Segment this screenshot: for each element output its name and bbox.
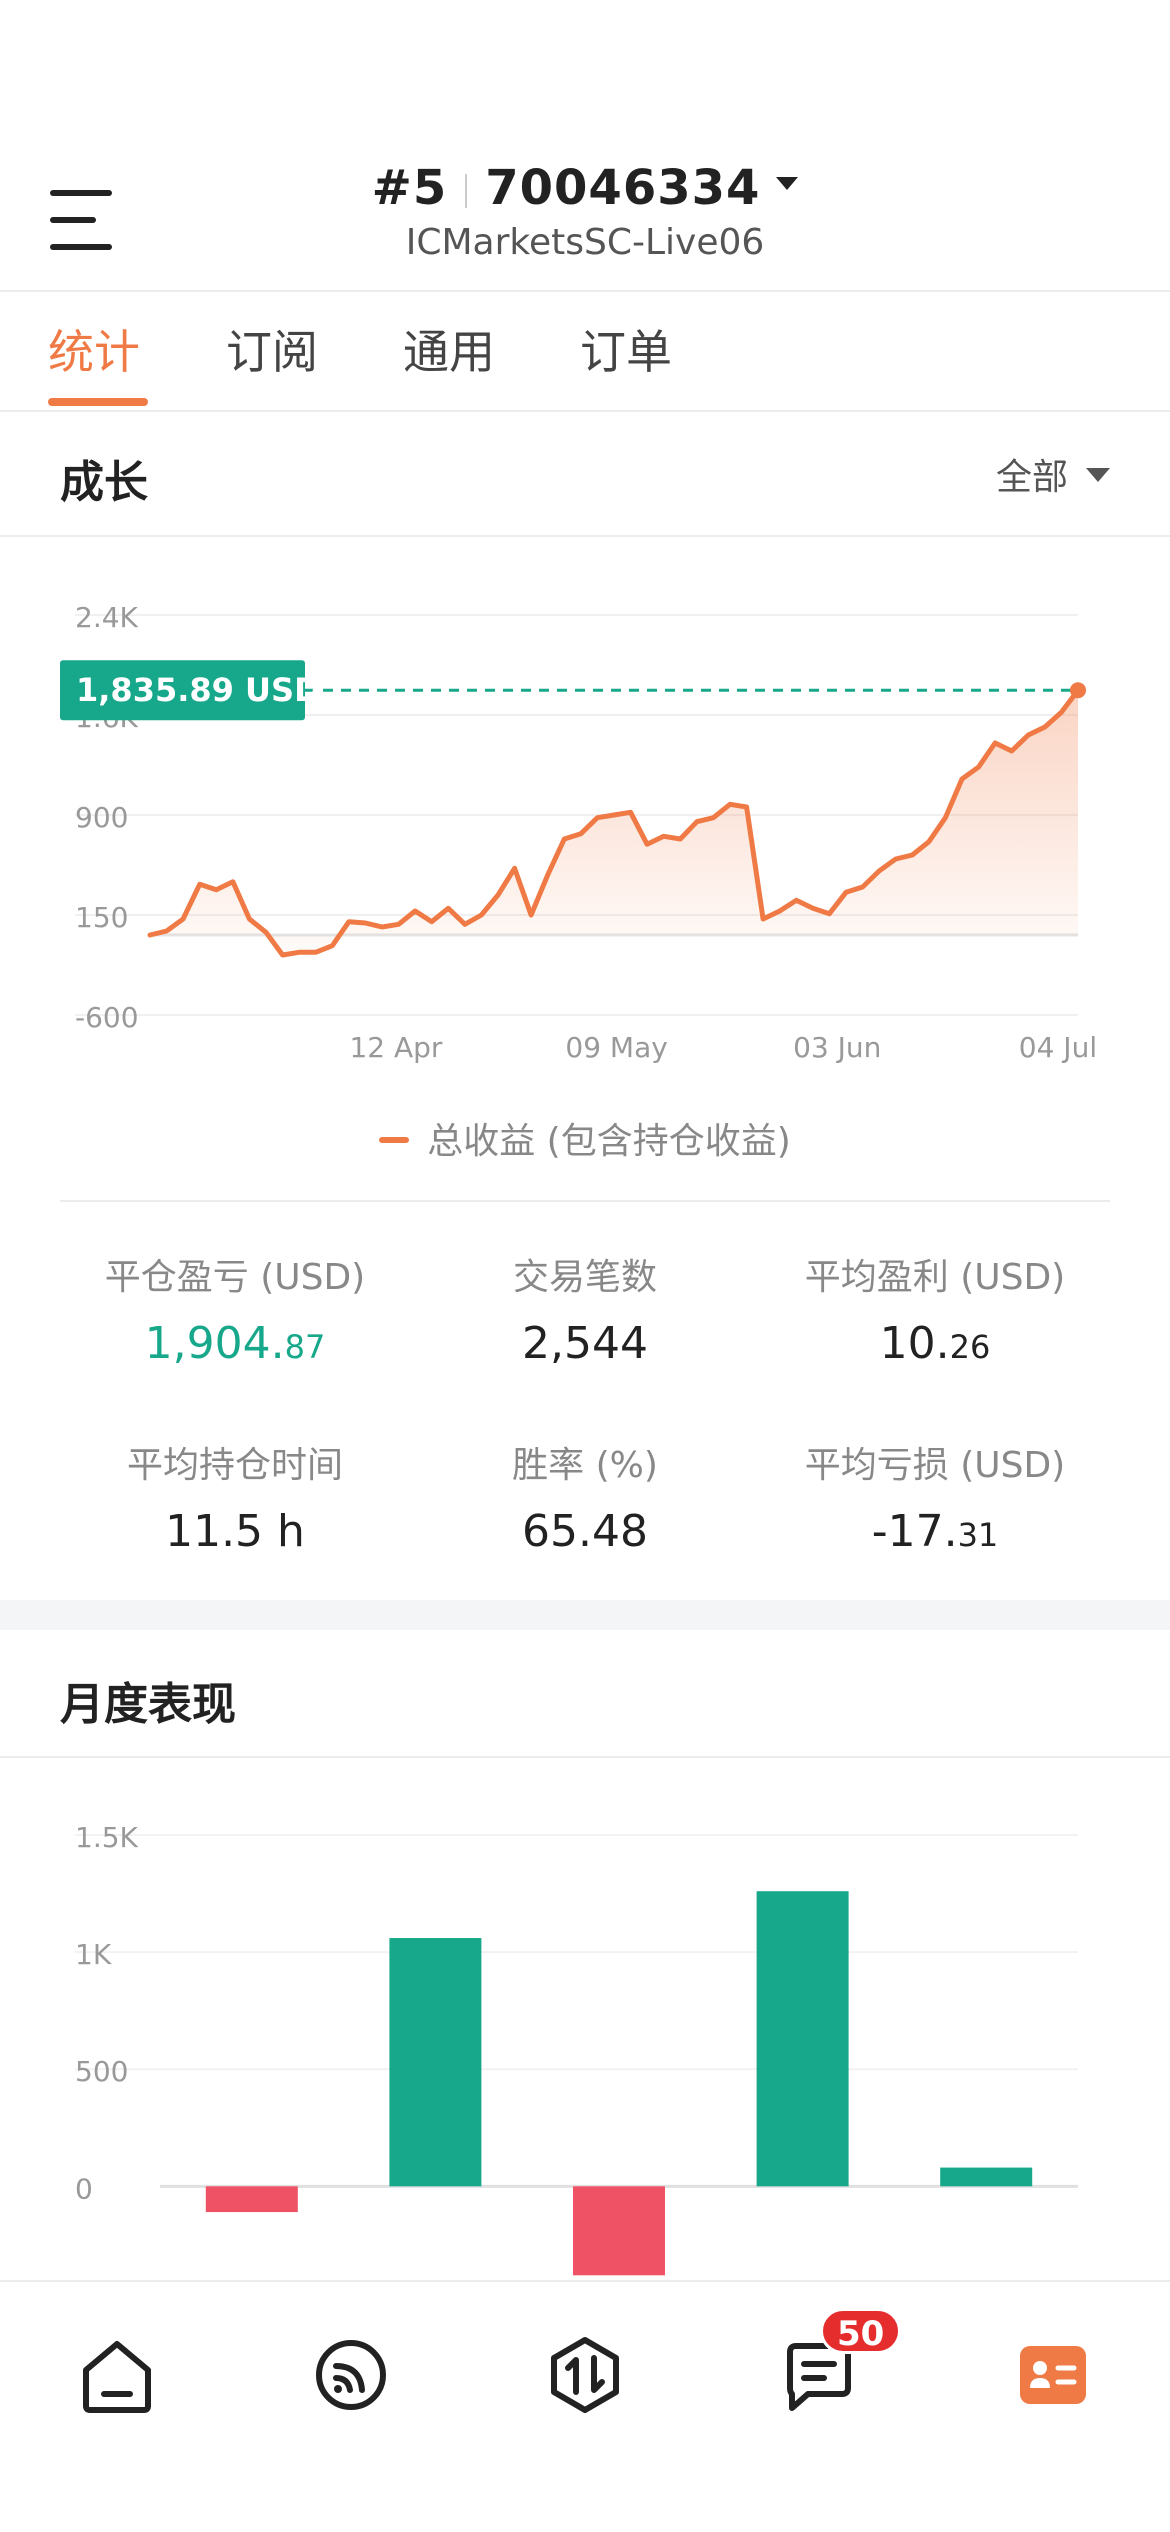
monthly-bar — [389, 1938, 482, 2187]
chevron-down-icon — [776, 176, 799, 190]
active-tab-indicator — [48, 398, 148, 406]
stat-label: 平均盈利 (USD) — [804, 1257, 1066, 1298]
y-tick-label: 2.4K — [75, 601, 139, 634]
stat-value: 65.48 — [390, 1506, 780, 1557]
monthly-bar — [756, 1891, 849, 2187]
account-separator — [465, 174, 468, 208]
tab-orders[interactable]: 订单 — [580, 316, 672, 382]
x-tick-label: 04 Jul — [1019, 1031, 1097, 1064]
growth-chart: 2.4K1.6K900150-600 12 Apr09 May03 Jun04 … — [60, 601, 1097, 1064]
stat-avg-profit: 平均盈利 (USD) 10.26 — [740, 1248, 1130, 1369]
stat-value-int: 10. — [879, 1318, 950, 1369]
legend-label: 总收益 (包含持仓收益) — [427, 1121, 791, 1162]
stat-value-int: 2,544 — [522, 1318, 648, 1369]
stat-win-rate: 胜率 (%) 65.48 — [390, 1436, 780, 1557]
stat-trade-count: 交易笔数 2,544 — [390, 1248, 780, 1369]
unread-badge: 50 — [820, 2308, 902, 2354]
account-selector[interactable]: #5 70046334 — [0, 160, 1170, 216]
y-tick-label: -600 — [75, 1001, 139, 1034]
chevron-down-icon — [1086, 468, 1110, 482]
x-tick-label: 09 May — [565, 1031, 667, 1064]
y-tick-label: 500 — [75, 2055, 128, 2088]
current-value-point — [1070, 682, 1086, 699]
tabs-divider — [0, 410, 1170, 412]
stat-value: -17.31 — [740, 1506, 1130, 1557]
y-tick-label: 1K — [75, 1938, 112, 1971]
monthly-divider — [0, 1756, 1170, 1758]
stat-label: 平均持仓时间 — [126, 1445, 343, 1486]
monthly-chart: 1.5K 1K 500 0 — [75, 1821, 1078, 2276]
stat-avg-hold-time: 平均持仓时间 11.5 h — [40, 1436, 430, 1557]
tab-bar: 统计 订阅 通用 订单 — [0, 290, 1170, 410]
stat-value: 11.5 h — [40, 1506, 430, 1557]
chart-legend: 总收益 (包含持仓收益) — [0, 1112, 1170, 1164]
feed-icon — [316, 2340, 386, 2410]
account-header: #5 70046334 ICMarketsSC-Live06 — [0, 130, 1170, 290]
tab-subscriptions[interactable]: 订阅 — [226, 316, 318, 382]
stat-value-int: 11.5 h — [165, 1506, 305, 1557]
x-tick-label: 03 Jun — [793, 1031, 881, 1064]
stat-label: 交易笔数 — [512, 1257, 657, 1298]
y-tick-label: 0 — [75, 2172, 93, 2205]
stat-value-int: 1,904. — [144, 1318, 285, 1369]
monthly-bar — [205, 2186, 298, 2213]
monthly-title: 月度表现 — [60, 1679, 236, 1730]
home-icon — [83, 2341, 151, 2413]
current-value-label: 1,835.89 USD — [76, 671, 321, 709]
nav-profile[interactable] — [1008, 2330, 1098, 2420]
y-tick-label: 900 — [75, 801, 128, 834]
stat-value-frac: 87 — [284, 1328, 326, 1366]
nav-trade[interactable] — [540, 2330, 630, 2420]
y-tick-label: 150 — [75, 901, 128, 934]
profile-card-icon — [1020, 2346, 1086, 2404]
growth-divider — [0, 535, 1170, 537]
account-number: 70046334 — [485, 160, 761, 216]
section-gap — [0, 1600, 1170, 1630]
range-label: 全部 — [995, 457, 1068, 498]
tab-general[interactable]: 通用 — [403, 316, 495, 382]
account-index: #5 — [371, 160, 448, 216]
bottom-nav: 50 — [0, 2280, 1170, 2532]
monthly-bar — [573, 2186, 665, 2276]
stat-value-int: -17. — [871, 1506, 958, 1557]
x-tick-label: 12 Apr — [349, 1031, 442, 1064]
nav-feed[interactable] — [306, 2330, 396, 2420]
server-name: ICMarketsSC-Live06 — [405, 222, 765, 263]
stat-label: 胜率 (%) — [512, 1445, 658, 1486]
stat-label: 平均亏损 (USD) — [804, 1445, 1066, 1486]
stat-value: 10.26 — [740, 1318, 1130, 1369]
stat-value: 1,904.87 — [40, 1318, 430, 1369]
legend-swatch — [379, 1137, 410, 1143]
monthly-bar — [940, 2167, 1033, 2187]
stat-value-int: 65.48 — [522, 1506, 648, 1557]
stat-value: 2,544 — [390, 1318, 780, 1369]
legend-divider — [60, 1200, 1110, 1202]
stat-value-frac: 26 — [949, 1328, 991, 1366]
stat-closed-pnl: 平仓盈亏 (USD) 1,904.87 — [40, 1248, 430, 1369]
stat-avg-loss: 平均亏损 (USD) -17.31 — [740, 1436, 1130, 1557]
growth-title: 成长 — [60, 457, 148, 508]
nav-home[interactable] — [72, 2330, 162, 2420]
stat-label: 平仓盈亏 (USD) — [104, 1257, 366, 1298]
range-dropdown[interactable]: 全部 — [996, 448, 1110, 500]
trade-icon — [551, 2337, 619, 2413]
stat-value-frac: 31 — [957, 1516, 999, 1554]
y-tick-label: 1.5K — [75, 1821, 139, 1854]
tab-statistics[interactable]: 统计 — [48, 316, 140, 382]
